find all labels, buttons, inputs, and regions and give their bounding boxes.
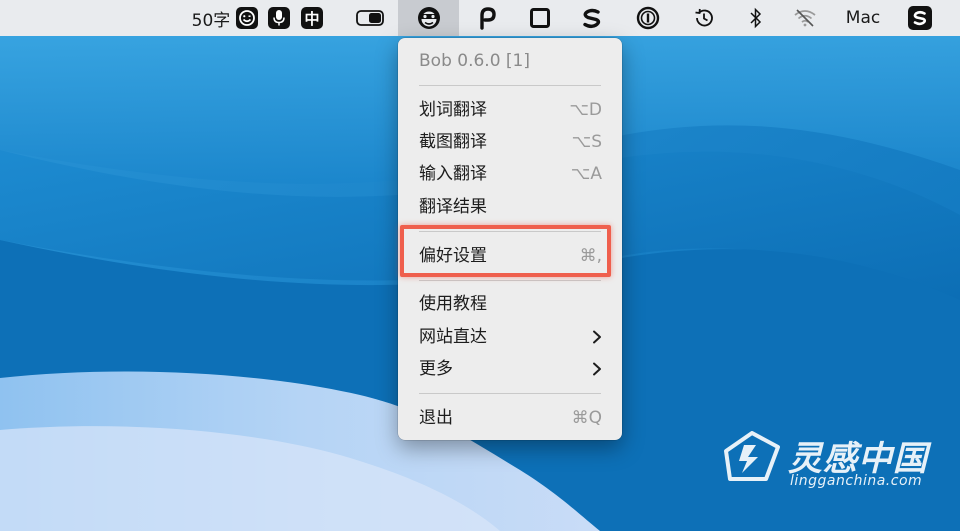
menu-item-shortcut: ⌥S [571,132,602,152]
microphone-icon[interactable] [266,0,292,36]
watermark-url: lingganchina.com [790,473,923,489]
menu-item-translation-result[interactable]: 翻译结果 [398,191,622,223]
time-machine-icon[interactable] [690,0,718,36]
s-app-icon[interactable] [578,0,606,36]
watermark-logo-icon [724,431,780,481]
wifi-label: Mac [845,8,881,28]
menu-separator [419,280,601,281]
bob-translate-icon[interactable] [398,0,459,36]
menu-item-shortcut: ⌥D [569,100,602,120]
menu-item-label: 翻译结果 [419,197,487,217]
menu-bar: 50字 中 Mac [0,0,960,36]
square-app-icon[interactable] [526,0,554,36]
menu-separator [419,85,601,86]
menu-item-shortcut: ⌥A [570,164,602,184]
menu-header-version: Bob 0.6.0 [1] [398,45,622,77]
menu-item-input-translate[interactable]: 输入翻译 ⌥A [398,158,622,190]
menu-item-tutorial[interactable]: 使用教程 [398,288,622,320]
preferences-highlight-box [400,225,611,277]
bluetooth-icon[interactable] [744,0,768,36]
menu-item-label: 使用教程 [419,294,487,314]
sogou-input-icon[interactable] [906,0,934,36]
toggle-icon[interactable] [354,0,388,36]
menu-item-quit[interactable]: 退出 ⌘Q [398,402,622,434]
menu-item-websites[interactable]: 网站直达 [398,321,622,353]
input-method-icon[interactable]: 中 [299,0,325,36]
menu-separator [419,393,601,394]
menu-item-label: 划词翻译 [419,100,487,120]
word-count-label: 50字 [191,10,231,31]
p-app-icon[interactable] [474,0,500,36]
menu-item-shortcut: ⌘Q [571,408,602,428]
input-method-label: 中 [301,7,323,29]
emoji-face-icon[interactable] [234,0,260,36]
menu-item-screenshot-translate[interactable]: 截图翻译 ⌥S [398,126,622,158]
menu-item-label: 输入翻译 [419,164,487,184]
menu-item-label: 截图翻译 [419,132,487,152]
word-count-status[interactable]: 50字 [188,0,234,36]
menu-item-selection-translate[interactable]: 划词翻译 ⌥D [398,94,622,126]
menu-item-more[interactable]: 更多 [398,353,622,385]
wifi-label-item[interactable]: Mac [838,0,888,36]
wifi-off-icon[interactable] [790,0,820,36]
menu-item-label: 网站直达 [419,327,487,347]
watermark: 灵感中国 lingganchina.com [722,425,942,495]
onepassword-icon[interactable] [634,0,662,36]
menu-item-label: 退出 [419,408,453,428]
app-version-label: Bob 0.6.0 [1] [419,51,530,71]
chevron-right-icon [593,330,601,344]
menu-item-label: 更多 [419,359,453,379]
chevron-right-icon [593,362,601,376]
